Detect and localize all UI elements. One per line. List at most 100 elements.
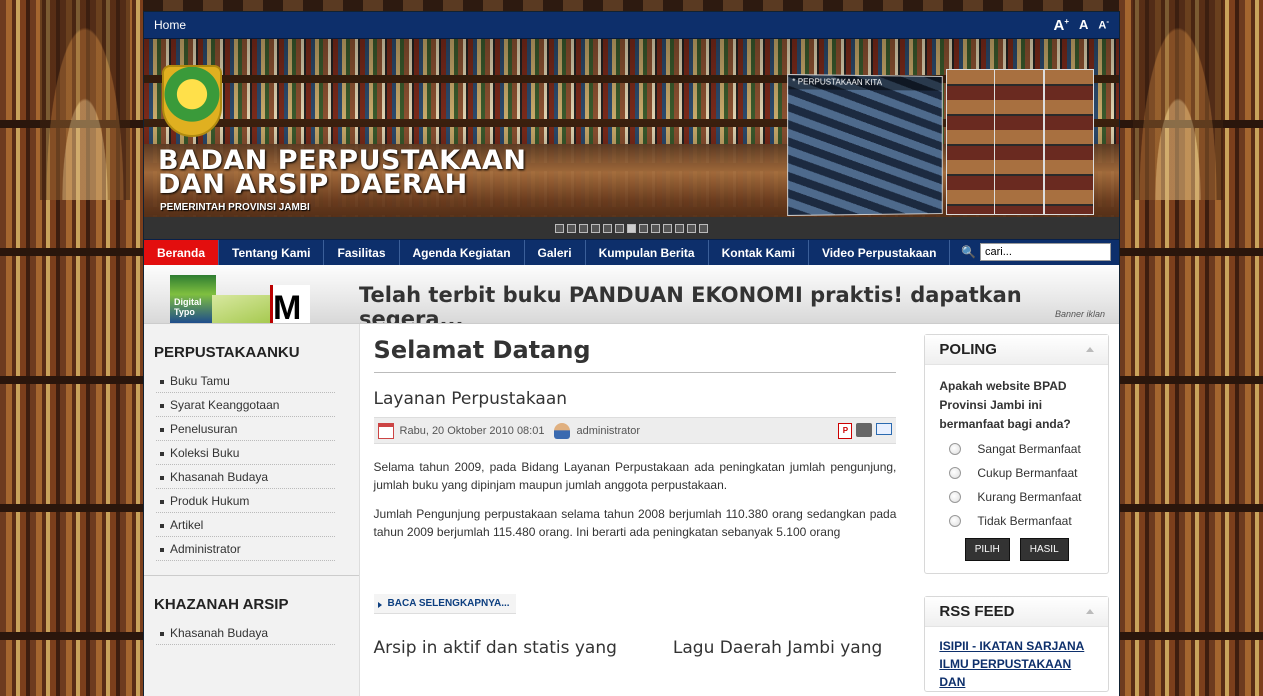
poll-options: Sangat Bermanfaat Cukup Bermanfaat Kurang …: [925, 438, 1108, 534]
poll-header: POLING: [925, 335, 1108, 365]
nav-item[interactable]: Kontak Kami: [709, 240, 809, 265]
slide-dot[interactable]: [615, 223, 624, 233]
left-sidebar: PERPUSTAKAANKU Buku Tamu Syarat Keanggota…: [144, 324, 360, 696]
font-reset-button[interactable]: A: [1079, 17, 1088, 34]
nav-item[interactable]: Agenda Kegiatan: [400, 240, 525, 265]
sidebar-menu-item[interactable]: Khasanah Budaya: [156, 621, 335, 645]
sidebar-menu-item[interactable]: Penelusuran: [156, 417, 335, 441]
poll-option[interactable]: Tidak Bermanfaat: [925, 510, 1108, 534]
sidebar-menu-item[interactable]: Khasanah Budaya: [156, 465, 335, 489]
poll-option-label: Tidak Bermanfaat: [977, 514, 1072, 528]
nav-item[interactable]: Galeri: [525, 240, 586, 265]
poll-option[interactable]: Kurang Bermanfaat: [925, 486, 1108, 510]
search-icon[interactable]: 🔍: [961, 245, 976, 259]
background-arch: [1133, 0, 1223, 200]
sidebar-menu-item[interactable]: Syarat Keanggotaan: [156, 393, 335, 417]
poll-radio[interactable]: [949, 467, 962, 479]
site-title: BADAN PERPUSTAKAAN DAN ARSIP DAERAH: [158, 147, 527, 200]
article-date: Rabu, 20 Oktober 2010 08:01: [399, 424, 545, 437]
page-wrapper: Home A+ A A- BADAN PERPUSTAKAAN DAN ARSI…: [143, 11, 1120, 696]
sub-articles: Arsip in aktif dan statis yang Lagu Daer…: [374, 638, 897, 658]
article-paragraph: Selama tahun 2009, pada Bidang Layanan P…: [373, 460, 897, 492]
ad-banner[interactable]: Digital Typo M Telah terbit buku PANDUAN…: [144, 265, 1119, 324]
sidebar-menu-item[interactable]: Buku Tamu: [156, 369, 335, 393]
sidebar-menu-item[interactable]: Koleksi Buku: [156, 441, 335, 465]
slide-dot[interactable]: [663, 223, 672, 233]
nav-item[interactable]: Beranda: [144, 240, 220, 265]
poll-option[interactable]: Sangat Bermanfaat: [925, 438, 1108, 462]
rss-item-link[interactable]: ISIPII - IKATAN SARJANA ILMU PERPUSTAKAA…: [925, 627, 1108, 691]
sidebar-menu-item[interactable]: Artikel: [156, 513, 335, 537]
article-body: Selama tahun 2009, pada Bidang Layanan P…: [374, 458, 897, 541]
article-title[interactable]: Layanan Perpustakaan: [374, 389, 897, 409]
sidebar-menu-item[interactable]: Produk Hukum: [156, 489, 335, 513]
poll-option-label: Kurang Bermanfaat: [977, 490, 1082, 504]
poll-option[interactable]: Cukup Bermanfaat: [925, 462, 1108, 486]
rss-header: RSS FEED: [925, 597, 1108, 627]
results-button[interactable]: HASIL: [1019, 538, 1069, 561]
nav-item[interactable]: Video Perpustakaan: [809, 240, 951, 265]
ad-book-cover: [212, 295, 272, 323]
rss-title: RSS FEED: [939, 603, 1015, 620]
background-arch: [40, 0, 130, 200]
slide-dot[interactable]: [627, 223, 636, 233]
slide-thumb[interactable]: [1044, 69, 1094, 215]
nav-item[interactable]: Fasilitas: [324, 240, 400, 265]
right-sidebar: POLING Apakah website BPAD Provinsi Jamb…: [910, 324, 1119, 696]
slide-label: * PERPUSTAKAAN KITA: [788, 75, 942, 91]
font-increase-button[interactable]: A+: [1053, 17, 1069, 34]
province-logo: [162, 65, 222, 137]
pdf-icon[interactable]: P: [838, 422, 853, 439]
collapse-icon[interactable]: [1085, 347, 1094, 352]
user-icon: [554, 422, 571, 439]
slide-dot[interactable]: [639, 223, 648, 233]
khazanah-arsip-menu: Khasanah Budaya: [144, 621, 359, 645]
poll-radio[interactable]: [949, 443, 962, 455]
slide-dot[interactable]: [579, 223, 588, 233]
sub-article-title[interactable]: Lagu Daerah Jambi yang: [673, 638, 882, 658]
vote-button[interactable]: PILIH: [964, 538, 1010, 561]
email-icon[interactable]: [876, 422, 893, 435]
collapse-icon[interactable]: [1085, 609, 1094, 614]
poll-question: Apakah website BPAD Provinsi Jambi ini b…: [939, 379, 1071, 431]
nav-item[interactable]: Tentang Kami: [219, 240, 325, 265]
poll-module: POLING Apakah website BPAD Provinsi Jamb…: [924, 334, 1109, 574]
slide-dot[interactable]: [603, 223, 612, 233]
site-title-line2: DAN ARSIP DAERAH: [158, 169, 468, 200]
sub-article-title[interactable]: Arsip in aktif dan statis yang: [374, 638, 617, 658]
poll-option-label: Sangat Bermanfaat: [977, 442, 1081, 456]
search-input[interactable]: [980, 243, 1111, 261]
perpustakaanku-title: PERPUSTAKAANKU: [154, 344, 300, 361]
slide-dot[interactable]: [699, 223, 708, 233]
main-nav: Beranda Tentang Kami Fasilitas Agenda Kegia…: [144, 239, 1119, 265]
content-columns: PERPUSTAKAANKU Buku Tamu Syarat Keanggota…: [144, 324, 1119, 696]
nav-item[interactable]: Kumpulan Berita: [586, 240, 709, 265]
slide-dot[interactable]: [591, 223, 600, 233]
header-banner: BADAN PERPUSTAKAAN DAN ARSIP DAERAH PEME…: [144, 39, 1119, 239]
slide-pager: [144, 217, 1119, 239]
font-decrease-button[interactable]: A-: [1098, 17, 1109, 34]
slide-current[interactable]: * PERPUSTAKAAN KITA: [787, 74, 943, 216]
slide-dot[interactable]: [651, 223, 660, 233]
home-link[interactable]: Home: [154, 18, 186, 32]
slide-thumb[interactable]: [946, 69, 996, 215]
slide-dot[interactable]: [675, 223, 684, 233]
page-title: Selamat Datang: [373, 336, 897, 373]
poll-option-label: Cukup Bermanfaat: [977, 466, 1078, 480]
slide-thumb[interactable]: [994, 69, 1044, 215]
khazanah-arsip-title: KHAZANAH ARSIP: [154, 596, 289, 613]
poll-radio[interactable]: [949, 515, 962, 527]
slide-dot[interactable]: [567, 223, 576, 233]
poll-radio[interactable]: [949, 491, 962, 503]
slide-dot[interactable]: [687, 223, 696, 233]
rss-module: RSS FEED ISIPII - IKATAN SARJANA ILMU PE…: [924, 596, 1109, 692]
read-more-link[interactable]: BACA SELENGKAPNYA...: [373, 594, 516, 614]
nav-search: 🔍: [961, 243, 1111, 261]
slide-dot[interactable]: [555, 223, 564, 233]
slideshow: * PERPUSTAKAAN KITA: [787, 67, 1118, 217]
sidebar-menu-item[interactable]: Administrator: [156, 537, 335, 561]
print-icon[interactable]: [856, 422, 873, 437]
ad-text: Telah terbit buku PANDUAN EKONOMI prakti…: [359, 283, 1022, 324]
top-bar: Home A+ A A-: [144, 12, 1119, 39]
background-left-bookshelf: [0, 0, 143, 696]
